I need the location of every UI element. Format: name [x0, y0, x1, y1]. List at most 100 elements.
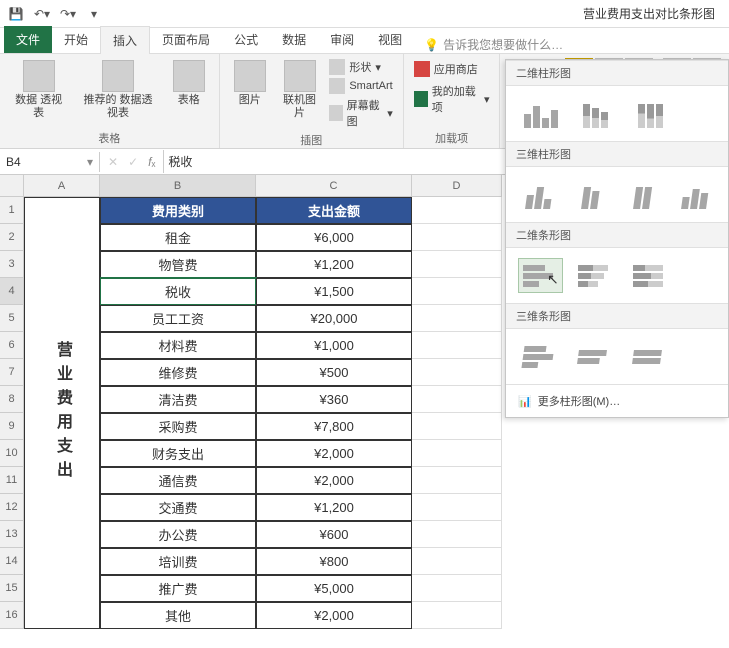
- tab-data[interactable]: 数据: [270, 26, 318, 53]
- 3d-clustered-column-thumb[interactable]: [518, 177, 560, 212]
- cell-C15[interactable]: ¥5,000: [256, 575, 412, 602]
- row-header-16[interactable]: 16: [0, 602, 24, 629]
- cell-C14[interactable]: ¥800: [256, 548, 412, 575]
- name-box[interactable]: B4▾: [0, 152, 100, 172]
- cell-C5[interactable]: ¥20,000: [256, 305, 412, 332]
- col-header-D[interactable]: D: [412, 175, 502, 197]
- recommended-pivot-button[interactable]: 推荐的 数据透视表: [73, 58, 162, 122]
- cell-D7[interactable]: [412, 359, 502, 386]
- cell-D4[interactable]: [412, 278, 502, 305]
- 3d-stacked-bar-thumb[interactable]: [573, 339, 618, 374]
- my-addins-button[interactable]: 我的加载项 ▾: [412, 82, 492, 116]
- cell-D10[interactable]: [412, 440, 502, 467]
- cell-B10[interactable]: 财务支出: [100, 440, 256, 467]
- cell-D6[interactable]: [412, 332, 502, 359]
- stacked-column-thumb[interactable]: [573, 96, 618, 131]
- 3d-100-stacked-column-thumb[interactable]: [622, 177, 664, 212]
- row-header-4[interactable]: 4: [0, 278, 24, 305]
- cell-D5[interactable]: [412, 305, 502, 332]
- row-header-10[interactable]: 10: [0, 440, 24, 467]
- smartart-button[interactable]: SmartArt: [327, 77, 394, 95]
- cell-C10[interactable]: ¥2,000: [256, 440, 412, 467]
- table-button[interactable]: 表格: [167, 58, 211, 109]
- tab-insert[interactable]: 插入: [100, 26, 150, 54]
- 100-stacked-column-thumb[interactable]: [628, 96, 673, 131]
- row-header-9[interactable]: 9: [0, 413, 24, 440]
- cell-B16[interactable]: 其他: [100, 602, 256, 629]
- 100-stacked-bar-thumb[interactable]: [628, 258, 673, 293]
- 3d-100-stacked-bar-thumb[interactable]: [628, 339, 673, 374]
- tab-view[interactable]: 视图: [366, 26, 414, 53]
- cell-C3[interactable]: ¥1,200: [256, 251, 412, 278]
- merged-title-cell[interactable]: 营业费用支出: [24, 197, 100, 629]
- cell-C1-header[interactable]: 支出金额: [256, 197, 412, 224]
- tab-pagelayout[interactable]: 页面布局: [150, 26, 222, 53]
- row-header-7[interactable]: 7: [0, 359, 24, 386]
- cell-D16[interactable]: [412, 602, 502, 629]
- qat-customize-icon[interactable]: ▾: [82, 3, 106, 25]
- clustered-bar-thumb[interactable]: ↖: [518, 258, 563, 293]
- cell-B5[interactable]: 员工工资: [100, 305, 256, 332]
- cell-D8[interactable]: [412, 386, 502, 413]
- stacked-bar-thumb[interactable]: [573, 258, 618, 293]
- cell-B9[interactable]: 采购费: [100, 413, 256, 440]
- cell-C7[interactable]: ¥500: [256, 359, 412, 386]
- 3d-column-thumb[interactable]: [674, 177, 716, 212]
- row-header-1[interactable]: 1: [0, 197, 24, 224]
- cell-C12[interactable]: ¥1,200: [256, 494, 412, 521]
- cell-B14[interactable]: 培训费: [100, 548, 256, 575]
- row-header-6[interactable]: 6: [0, 332, 24, 359]
- shapes-button[interactable]: 形状 ▾: [327, 58, 394, 76]
- undo-icon[interactable]: ↶▾: [30, 3, 54, 25]
- screenshot-button[interactable]: 屏幕截图 ▾: [327, 96, 394, 130]
- clustered-column-thumb[interactable]: [518, 96, 563, 131]
- cell-B4[interactable]: 税收: [100, 278, 256, 305]
- redo-icon[interactable]: ↷▾: [56, 3, 80, 25]
- cell-C11[interactable]: ¥2,000: [256, 467, 412, 494]
- row-header-8[interactable]: 8: [0, 386, 24, 413]
- tab-home[interactable]: 开始: [52, 26, 100, 53]
- 3d-clustered-bar-thumb[interactable]: [518, 339, 563, 374]
- select-all-corner[interactable]: [0, 175, 24, 197]
- cell-C6[interactable]: ¥1,000: [256, 332, 412, 359]
- cell-C2[interactable]: ¥6,000: [256, 224, 412, 251]
- cell-D11[interactable]: [412, 467, 502, 494]
- cell-D9[interactable]: [412, 413, 502, 440]
- cell-D14[interactable]: [412, 548, 502, 575]
- cell-B12[interactable]: 交通费: [100, 494, 256, 521]
- row-header-13[interactable]: 13: [0, 521, 24, 548]
- col-header-A[interactable]: A: [24, 175, 100, 197]
- cell-C16[interactable]: ¥2,000: [256, 602, 412, 629]
- tab-review[interactable]: 审阅: [318, 26, 366, 53]
- cell-B8[interactable]: 清洁费: [100, 386, 256, 413]
- cell-C8[interactable]: ¥360: [256, 386, 412, 413]
- row-header-2[interactable]: 2: [0, 224, 24, 251]
- cell-B2[interactable]: 租金: [100, 224, 256, 251]
- cell-B11[interactable]: 通信费: [100, 467, 256, 494]
- online-pictures-button[interactable]: 联机图片: [276, 58, 324, 122]
- cell-D3[interactable]: [412, 251, 502, 278]
- pivottable-button[interactable]: 数据 透视表: [8, 58, 69, 122]
- col-header-C[interactable]: C: [256, 175, 412, 197]
- cell-D15[interactable]: [412, 575, 502, 602]
- 3d-stacked-column-thumb[interactable]: [570, 177, 612, 212]
- row-header-14[interactable]: 14: [0, 548, 24, 575]
- cell-B13[interactable]: 办公费: [100, 521, 256, 548]
- fx-icon[interactable]: fₓ: [148, 155, 155, 169]
- cell-B1-header[interactable]: 费用类别: [100, 197, 256, 224]
- appstore-button[interactable]: 应用商店: [412, 60, 492, 78]
- cell-C13[interactable]: ¥600: [256, 521, 412, 548]
- col-header-B[interactable]: B: [100, 175, 256, 197]
- cell-D12[interactable]: [412, 494, 502, 521]
- pictures-button[interactable]: 图片: [228, 58, 272, 109]
- row-header-11[interactable]: 11: [0, 467, 24, 494]
- cell-C4[interactable]: ¥1,500: [256, 278, 412, 305]
- save-icon[interactable]: 💾: [4, 3, 28, 25]
- row-header-12[interactable]: 12: [0, 494, 24, 521]
- more-charts-button[interactable]: 📊 更多柱形图(M)…: [506, 384, 728, 417]
- tab-file[interactable]: 文件: [4, 26, 52, 53]
- cell-C9[interactable]: ¥7,800: [256, 413, 412, 440]
- cell-D2[interactable]: [412, 224, 502, 251]
- cell-D1[interactable]: [412, 197, 502, 224]
- cell-B15[interactable]: 推广费: [100, 575, 256, 602]
